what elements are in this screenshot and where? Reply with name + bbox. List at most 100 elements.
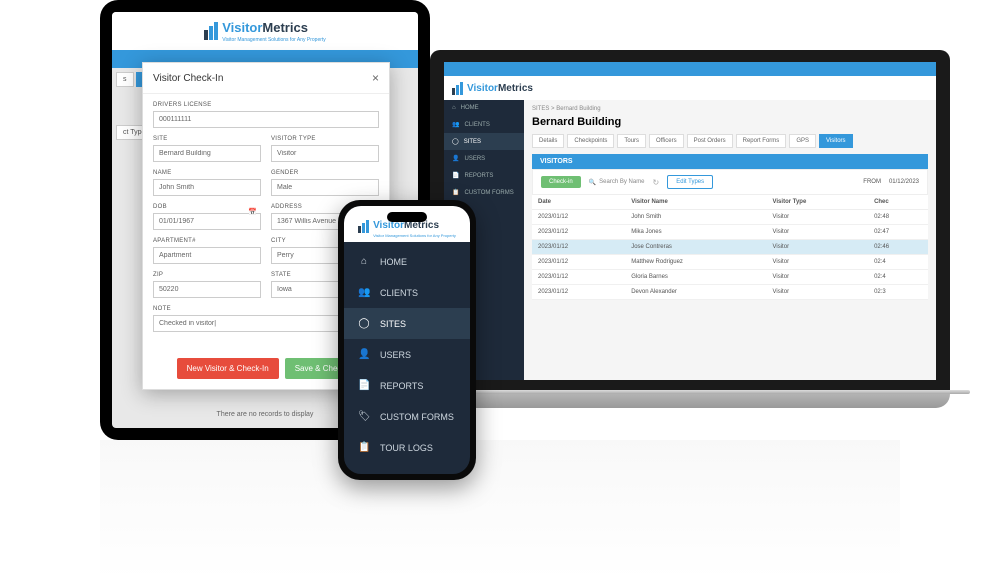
- phone-menu-home[interactable]: ⌂ HOME: [344, 246, 470, 277]
- phone-menu-users[interactable]: 👤USERS: [344, 339, 470, 370]
- phone-menu-clients[interactable]: 👥 CLIENTS: [344, 277, 470, 308]
- table-row[interactable]: 2023/01/12John SmithVisitor02:48: [532, 210, 928, 225]
- menu-label: CLIENTS: [380, 288, 418, 298]
- phone-notch: [387, 212, 427, 222]
- section-header: VISITORS: [532, 154, 928, 169]
- refresh-icon[interactable]: ↻: [653, 178, 660, 187]
- tab-visitors[interactable]: Visitors: [819, 134, 853, 148]
- laptop-frame: VisitorMetrics ⌂HOME👥CLIENTS◯SITES👤USERS…: [430, 50, 950, 390]
- from-label: FROM: [863, 179, 881, 185]
- calendar-icon[interactable]: 📅: [248, 208, 257, 216]
- phone-menu-tour-logs[interactable]: 📋TOUR LOGS: [344, 432, 470, 463]
- table-row[interactable]: 2023/01/12Matthew RodriguezVisitor02:4: [532, 255, 928, 270]
- brand-name1: Visitor: [222, 20, 262, 35]
- search-box[interactable]: 🔍 Search By Name: [589, 179, 645, 186]
- phone-menu-sites[interactable]: ◯ SITES: [344, 308, 470, 339]
- table-row[interactable]: 2023/01/12Gloria BarnesVisitor02:4: [532, 270, 928, 285]
- laptop-topbar: [444, 62, 936, 76]
- new-visitor-button[interactable]: New Visitor & Check-In: [177, 358, 279, 379]
- menu-label: SITES: [380, 319, 406, 329]
- cell-name: Jose Contreras: [625, 240, 766, 255]
- brand-name1: Visitor: [467, 83, 498, 94]
- sidebar-item-sites[interactable]: ◯ SITES: [444, 133, 524, 150]
- nav-label: USERS: [464, 156, 485, 162]
- menu-icon: ⌂: [358, 256, 370, 267]
- tab-checkpoints[interactable]: Checkpoints: [567, 134, 614, 148]
- nav-label: CUSTOM FORMS: [464, 190, 513, 196]
- name-input[interactable]: [153, 179, 261, 196]
- cell-date: 2023/01/12: [532, 240, 625, 255]
- phone-menu: ⌂ HOME 👥 CLIENTS ◯ SITES 👤USERS📄REPORTS🏷CUSTOM…: [344, 242, 470, 474]
- tab-report-forms[interactable]: Report Forms: [736, 134, 787, 148]
- checkin-button[interactable]: Check-in: [541, 176, 581, 188]
- breadcrumb-current: Bernard Building: [556, 106, 600, 112]
- search-icon: 🔍: [589, 179, 596, 186]
- tablet-tab-blank[interactable]: s: [116, 72, 134, 87]
- menu-icon: ◯: [358, 318, 370, 329]
- gender-label: GENDER: [271, 170, 379, 176]
- sidebar-item-clients[interactable]: 👥CLIENTS: [444, 116, 524, 133]
- sidebar-item-users[interactable]: 👤USERS: [444, 150, 524, 167]
- tab-gps[interactable]: GPS: [789, 134, 816, 148]
- dob-label: DOB: [153, 204, 261, 210]
- drivers-license-input[interactable]: [153, 111, 379, 128]
- nav-label: REPORTS: [464, 173, 493, 179]
- tab-officers[interactable]: Officers: [649, 134, 684, 148]
- visitors-table: DateVisitor NameVisitor TypeChec 2023/01…: [532, 195, 928, 300]
- menu-icon: 👥: [358, 287, 370, 298]
- laptop-body: ⌂HOME👥CLIENTS ◯ SITES 👤USERS📄REPORTS📋CUSTOM…: [444, 100, 936, 380]
- breadcrumb-sites[interactable]: SITES: [532, 106, 549, 112]
- cell-type: Visitor: [767, 210, 869, 225]
- nav-label: CLIENTS: [464, 122, 489, 128]
- laptop-device: VisitorMetrics ⌂HOME👥CLIENTS◯SITES👤USERS…: [430, 50, 950, 408]
- phone-menu-custom-forms[interactable]: 🏷CUSTOM FORMS: [344, 401, 470, 432]
- cell-name: Gloria Barnes: [625, 270, 766, 285]
- cell-date: 2023/01/12: [532, 285, 625, 300]
- search-placeholder: Search By Name: [599, 179, 644, 185]
- dob-input[interactable]: [153, 213, 261, 230]
- visitor-type-input[interactable]: [271, 145, 379, 162]
- edit-types-button[interactable]: Edit Types: [667, 175, 713, 189]
- sidebar-item-reports[interactable]: 📄REPORTS: [444, 167, 524, 184]
- site-input[interactable]: [153, 145, 261, 162]
- reflection: [100, 440, 900, 580]
- brand-name2: Metrics: [498, 83, 533, 94]
- nav-icon: ◯: [452, 138, 459, 145]
- phone-menu-multi-site-tours[interactable]: 📑MULTI SITE TOURS: [344, 463, 470, 474]
- tab-details[interactable]: Details: [532, 134, 564, 148]
- gender-input[interactable]: [271, 179, 379, 196]
- brand-tagline: Visitor Management Solutions for Any Pro…: [222, 37, 326, 43]
- cell-date: 2023/01/12: [532, 255, 625, 270]
- cell-chk: 02:4: [868, 270, 928, 285]
- zip-input[interactable]: [153, 281, 261, 298]
- nav-label: SITES: [464, 139, 481, 145]
- sidebar-item-home[interactable]: ⌂HOME: [444, 100, 524, 116]
- cell-date: 2023/01/12: [532, 210, 625, 225]
- sidebar-item-custom-forms[interactable]: 📋CUSTOM FORMS: [444, 184, 524, 201]
- zip-label: ZIP: [153, 272, 261, 278]
- site-label: SITE: [153, 136, 261, 142]
- page-tabs: DetailsCheckpointsToursOfficersPost Orde…: [532, 134, 928, 148]
- logo-icon: [204, 22, 218, 40]
- col-header: Visitor Type: [767, 195, 869, 210]
- from-date[interactable]: 01/12/2023: [889, 179, 919, 185]
- apartment-input[interactable]: [153, 247, 261, 264]
- close-icon[interactable]: ×: [372, 71, 379, 85]
- nav-label: HOME: [461, 105, 479, 111]
- table-row[interactable]: 2023/01/12Jose ContrerasVisitor02:46: [532, 240, 928, 255]
- breadcrumb: SITES > Bernard Building: [532, 106, 928, 112]
- table-row[interactable]: 2023/01/12Devon AlexanderVisitor02:3: [532, 285, 928, 300]
- menu-icon: 📋: [358, 442, 370, 453]
- toolbar: Check-in 🔍 Search By Name ↻ Edit Types F…: [532, 169, 928, 195]
- menu-label: HOME: [380, 257, 407, 267]
- cell-type: Visitor: [767, 255, 869, 270]
- tab-tours[interactable]: Tours: [617, 134, 646, 148]
- menu-label: CUSTOM FORMS: [380, 412, 454, 422]
- phone-menu-reports[interactable]: 📄REPORTS: [344, 370, 470, 401]
- phone-device: VisitorMetrics Visitor Management Soluti…: [338, 200, 476, 480]
- page-title: Bernard Building: [532, 116, 928, 128]
- cell-name: John Smith: [625, 210, 766, 225]
- table-row[interactable]: 2023/01/12Mika JonesVisitor02:47: [532, 225, 928, 240]
- tab-post-orders[interactable]: Post Orders: [687, 134, 733, 148]
- name-label: NAME: [153, 170, 261, 176]
